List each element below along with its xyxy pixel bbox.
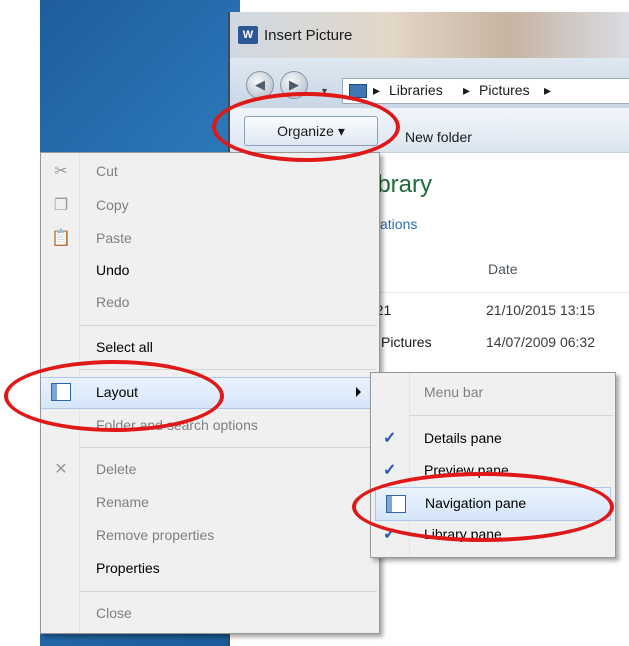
- organize-button[interactable]: Organize ▾: [244, 116, 378, 146]
- submenu-arrow-icon: [356, 387, 361, 397]
- menu-item-copy[interactable]: ❐ Copy: [41, 191, 379, 221]
- header-divider: [380, 292, 629, 293]
- forward-button[interactable]: ▶: [280, 71, 308, 99]
- submenu-item-details-pane[interactable]: ✓ Details pane: [371, 423, 615, 455]
- menu-item-undo[interactable]: Undo: [41, 256, 379, 286]
- new-folder-button[interactable]: New folder: [405, 129, 472, 145]
- menu-separator: [79, 369, 377, 370]
- command-toolbar: Organize ▾ New folder: [230, 108, 629, 153]
- scissors-icon: ✂: [54, 163, 68, 180]
- breadcrumb-libraries[interactable]: Libraries: [389, 82, 443, 98]
- menu-item-select-all[interactable]: Select all: [41, 333, 379, 363]
- breadcrumb-pictures[interactable]: Pictures: [479, 82, 530, 98]
- menu-item-folder-search-options[interactable]: Folder and search options: [41, 411, 379, 441]
- file-row-name[interactable]: Pictures: [381, 334, 432, 350]
- libraries-folder-icon: [349, 84, 367, 98]
- submenu-item-menu-bar[interactable]: Menu bar: [371, 377, 615, 409]
- submenu-item-library-pane[interactable]: ✓ Library pane: [371, 519, 615, 551]
- menu-separator: [79, 447, 377, 448]
- menu-item-remove-properties[interactable]: Remove properties: [41, 521, 379, 551]
- breadcrumb-separator-icon[interactable]: ▸: [463, 82, 470, 99]
- menu-separator: [79, 325, 377, 326]
- library-title: ibrary: [372, 171, 433, 198]
- menu-item-properties[interactable]: Properties: [41, 554, 379, 584]
- menu-item-rename[interactable]: Rename: [41, 488, 379, 518]
- window-title: Insert Picture: [264, 27, 353, 44]
- copy-icon: ❐: [53, 197, 69, 214]
- recent-pages-chevron-icon[interactable]: ▼: [320, 86, 329, 96]
- submenu-item-navigation-pane[interactable]: Navigation pane: [375, 487, 611, 521]
- layout-submenu: Menu bar ✓ Details pane ✓ Preview pane N…: [370, 372, 616, 558]
- back-button[interactable]: ◀: [246, 71, 274, 99]
- checkmark-icon: ✓: [383, 526, 397, 543]
- date-column-header[interactable]: Date: [488, 261, 518, 277]
- paste-icon: 📋: [51, 230, 71, 247]
- menu-item-cut[interactable]: ✂ Cut: [41, 157, 379, 187]
- menu-separator: [79, 591, 377, 592]
- menu-item-redo[interactable]: Redo: [41, 288, 379, 318]
- file-row-date: 14/07/2009 06:32: [486, 334, 595, 350]
- menu-separator: [409, 415, 613, 416]
- breadcrumb-separator-icon[interactable]: ▸: [373, 82, 380, 99]
- word-app-icon: W: [238, 26, 258, 44]
- delete-icon: ✕: [54, 461, 68, 478]
- navigation-pane-icon: [386, 495, 406, 513]
- submenu-item-preview-pane[interactable]: ✓ Preview pane: [371, 455, 615, 487]
- menu-item-layout[interactable]: Layout: [41, 377, 379, 409]
- breadcrumb-separator-icon[interactable]: ▸: [544, 82, 551, 99]
- checkmark-icon: ✓: [383, 462, 397, 479]
- address-bar[interactable]: ▸ Libraries ▸ Pictures ▸: [342, 78, 629, 104]
- menu-item-close[interactable]: Close: [41, 599, 379, 629]
- layout-icon: [51, 383, 71, 401]
- checkmark-icon: ✓: [383, 430, 397, 447]
- menu-item-delete[interactable]: ✕ Delete: [41, 455, 379, 485]
- organize-menu: ✂ Cut ❐ Copy 📋 Paste Undo Redo Select al…: [40, 152, 380, 634]
- navigation-bar: ◀ ▶ ▼ ▸ Libraries ▸ Pictures ▸: [230, 58, 629, 108]
- title-bar: W Insert Picture: [230, 12, 629, 58]
- menu-item-paste[interactable]: 📋 Paste: [41, 224, 379, 254]
- file-row-date: 21/10/2015 13:15: [486, 302, 595, 318]
